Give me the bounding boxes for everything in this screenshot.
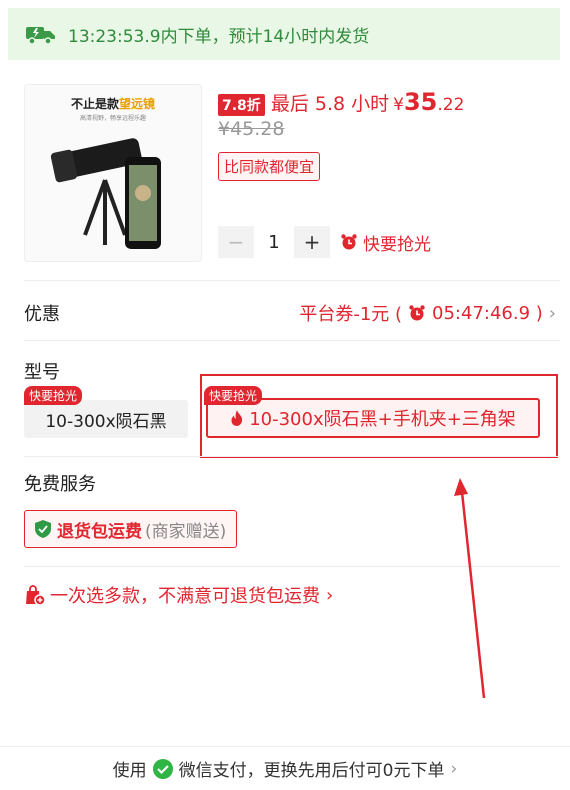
return-shipping-tag[interactable]: 退货包运费 (商家赠送) — [24, 510, 238, 548]
promo-row[interactable]: 平台券-1元 ( 05:47:46.9 ) › — [299, 300, 556, 326]
cheaper-tag: 比同款都便宜 — [218, 152, 321, 181]
alarm-clock-icon — [341, 234, 357, 250]
multi-select-row[interactable]: 一次选多款，不满意可退货包运费 › — [24, 582, 333, 608]
shipping-banner: 13:23:53.9内下单，预计14小时内发货 — [8, 8, 560, 60]
multi-select-text: 一次选多款，不满意可退货包运费 — [50, 586, 320, 607]
quantity-stepper: − 1 + 快要抢光 — [218, 226, 431, 258]
currency-symbol: ¥ — [393, 95, 404, 115]
annotation-arrow — [454, 478, 486, 699]
shield-check-icon — [35, 520, 51, 538]
price-integer: 35 — [403, 88, 438, 116]
last-hours: 最后 5.8 小时 — [270, 93, 390, 115]
divider — [24, 340, 560, 341]
chevron-right-icon: › — [326, 584, 334, 606]
payment-footer[interactable]: 使用 微信支付，更换先用后付可0元下单 › — [0, 746, 570, 790]
decrease-button[interactable]: − — [218, 226, 254, 258]
quantity-value[interactable]: 1 — [254, 232, 294, 253]
coupon-countdown: 05:47:46.9 ) — [432, 302, 543, 324]
model-label: 型号 — [24, 362, 60, 383]
hurry-notice: 快要抢光 — [340, 230, 431, 255]
footer-pay-text: 微信支付，更换先用后付可0元下单 — [178, 761, 445, 781]
product-summary: 不止是款望远镜 高清视野，畅享远程乐趣 7.8折 最后 5.8 小时 ¥ 35 … — [24, 84, 544, 264]
original-price: ¥45.28 — [218, 118, 285, 140]
discount-badge: 7.8折 — [218, 94, 265, 116]
coupon-text: 平台券-1元 ( — [299, 304, 403, 325]
price-decimal: .22 — [437, 95, 465, 115]
service-tag-main: 退货包运费 — [57, 521, 142, 542]
product-image[interactable]: 不止是款望远镜 高清视野，畅享远程乐趣 — [24, 84, 202, 262]
footer-prefix: 使用 — [112, 761, 147, 781]
highlight-annotation-box — [200, 374, 558, 458]
alarm-clock-icon — [409, 305, 425, 321]
divider — [24, 280, 560, 281]
hurry-label: 快要抢光 — [363, 234, 431, 255]
price-line: 7.8折 最后 5.8 小时 ¥ 35 .22 — [218, 88, 464, 116]
shipping-text: 13:23:53.9内下单，预计14小时内发货 — [68, 26, 370, 47]
hurry-ribbon: 快要抢光 — [24, 386, 83, 405]
shopping-bag-plus-icon — [26, 585, 46, 606]
chevron-right-icon: › — [450, 758, 458, 779]
truck-icon — [26, 27, 55, 45]
service-tag-sub: (商家赠送) — [145, 521, 227, 542]
wechat-pay-icon — [152, 758, 173, 779]
increase-button[interactable]: + — [294, 226, 330, 258]
model-option-basic[interactable]: 10-300x陨石黑 — [24, 400, 188, 438]
divider — [24, 456, 560, 457]
service-label: 免费服务 — [24, 474, 96, 495]
promo-label: 优惠 — [24, 304, 60, 325]
telescope-picture — [50, 138, 161, 249]
chevron-right-icon: › — [548, 302, 556, 324]
